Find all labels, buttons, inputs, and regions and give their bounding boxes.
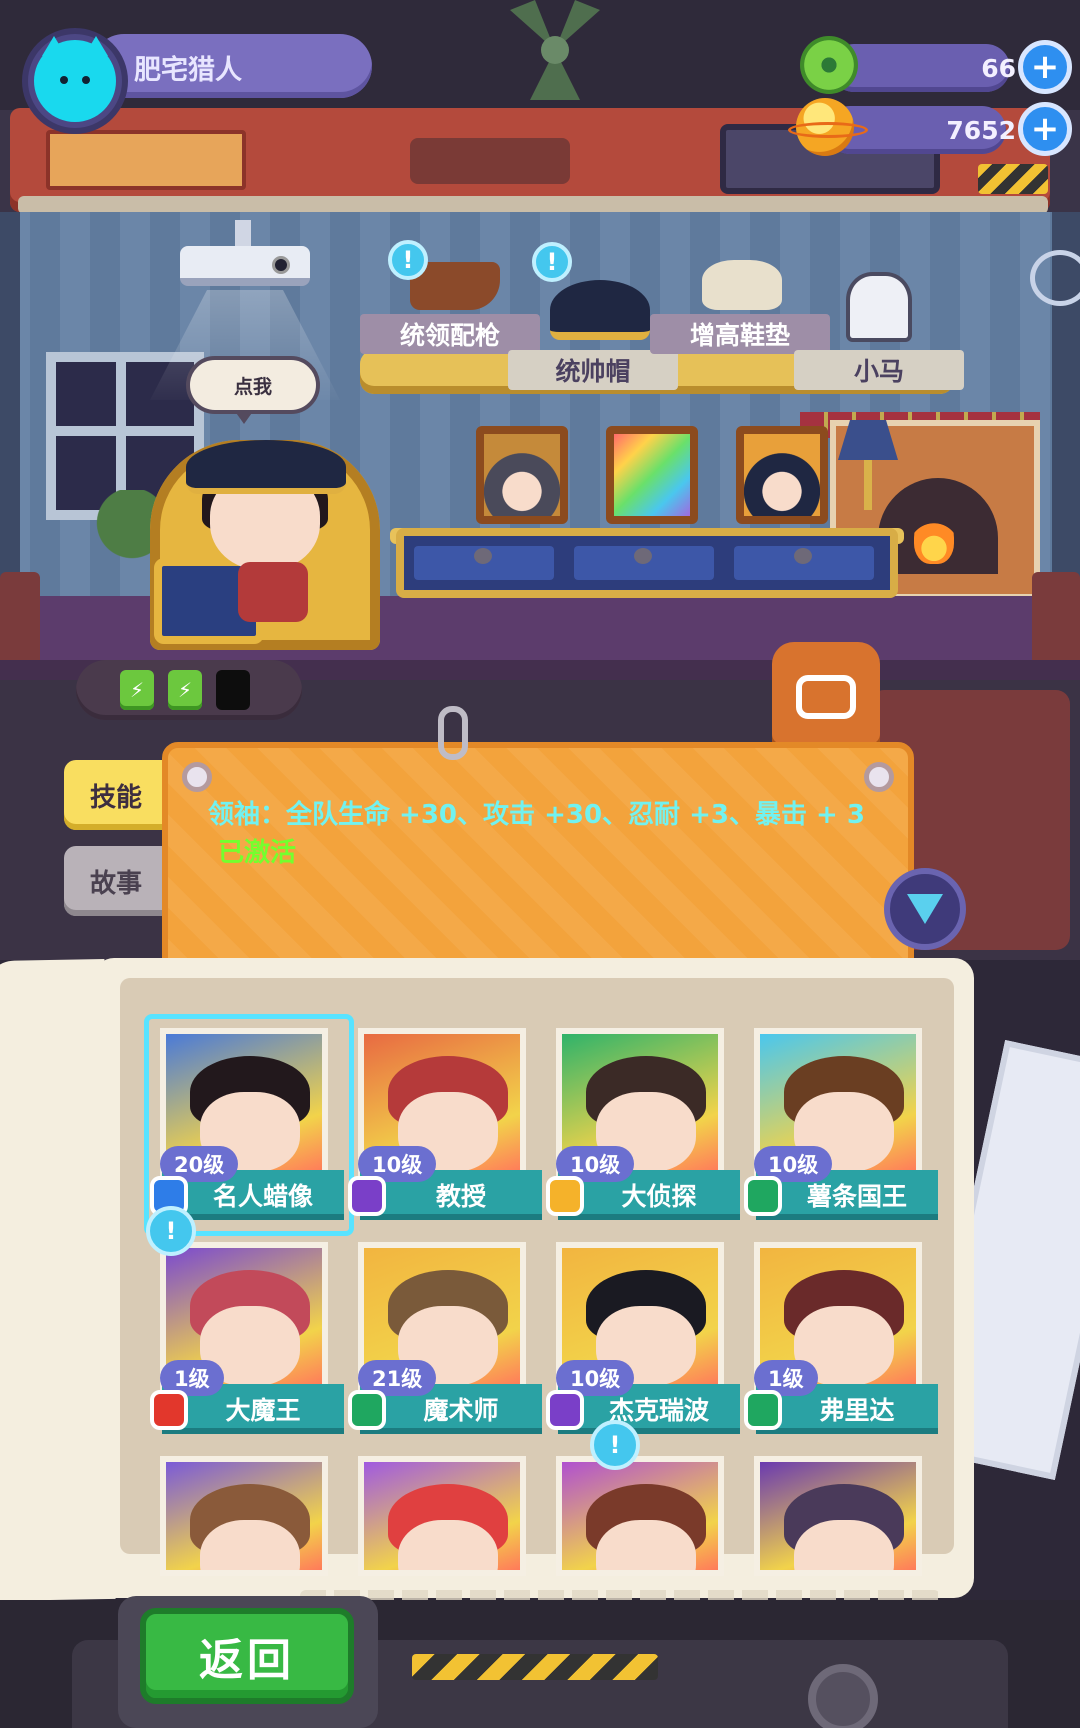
- pony-icon: [846, 272, 912, 342]
- skill-status: 已激活: [218, 838, 297, 868]
- energy-full-icon: ⚡: [120, 670, 154, 710]
- bolt-icon: [864, 762, 894, 792]
- item-label: 小马: [794, 350, 964, 390]
- lamp-icon: [838, 420, 898, 530]
- bicorne-hat-icon: [186, 440, 346, 494]
- character-card[interactable]: 薯条国王 10级: [744, 1020, 938, 1220]
- energy-empty-icon: [216, 670, 250, 710]
- dial-knob: [808, 1664, 878, 1728]
- character-card[interactable]: 教授 10级: [348, 1020, 542, 1220]
- dialogue-button[interactable]: [772, 642, 880, 752]
- paper-clip-icon: [438, 706, 468, 760]
- tap-me-bubble[interactable]: 点我: [186, 356, 320, 424]
- character-card[interactable]: 魔术师 21级: [348, 1234, 542, 1434]
- donut-icon: [800, 36, 858, 94]
- ceiling-fan-icon: [510, 0, 600, 100]
- character-portrait: [556, 1456, 724, 1576]
- tab-skill[interactable]: 技能: [64, 760, 164, 830]
- player-name: 肥宅猎人: [134, 55, 242, 86]
- hazard-stripe: [412, 1654, 658, 1680]
- insole-icon: [702, 260, 782, 310]
- player-badge[interactable]: 肥宅猎人: [22, 28, 372, 134]
- rank-shield-icon: [348, 1390, 386, 1430]
- chat-icon: [796, 675, 856, 719]
- skill-effect: 领袖：全队生命 +30、攻击 +30、忍耐 +3、暴击 + 3: [208, 800, 865, 830]
- display-cabinet: [396, 528, 898, 598]
- gold-planet-icon: [788, 98, 868, 156]
- character-portrait: [754, 1456, 922, 1576]
- shelf-vent: [410, 138, 570, 184]
- bolt-icon: [182, 762, 212, 792]
- selected-character[interactable]: [150, 440, 400, 660]
- donut-amount: 66: [981, 54, 1016, 83]
- item-pony[interactable]: 小马: [794, 272, 964, 392]
- bicorne-hat-icon: [550, 280, 650, 340]
- alert-icon: !: [388, 240, 428, 280]
- portrait-frame[interactable]: [476, 426, 568, 524]
- hazard-stripe: [978, 164, 1048, 194]
- character-card[interactable]: 名人蜡像 20级: [144, 1014, 354, 1236]
- projector-icon: [180, 220, 310, 290]
- character-card[interactable]: 大侦探 10级: [546, 1020, 740, 1220]
- skill-panel: 领袖：全队生命 +30、攻击 +30、忍耐 +3、暴击 + 3 已激活: [162, 742, 914, 976]
- character-card[interactable]: 大魔王 1级: [150, 1234, 344, 1434]
- portrait-frame[interactable]: [606, 426, 698, 524]
- energy-bar: ⚡ ⚡: [76, 660, 302, 720]
- filter-button[interactable]: [884, 868, 966, 950]
- alert-icon: !: [146, 1206, 196, 1256]
- add-gold-button[interactable]: +: [1018, 102, 1072, 156]
- rank-shield-icon: [348, 1176, 386, 1216]
- skill-description: 领袖：全队生命 +30、攻击 +30、忍耐 +3、暴击 + 3 已激活: [208, 796, 878, 872]
- character-card[interactable]: 弗里达 1级: [744, 1234, 938, 1434]
- character-portrait: [160, 1456, 328, 1576]
- filter-icon: [907, 894, 943, 924]
- back-button[interactable]: 返回: [140, 1608, 354, 1704]
- donut-currency: 66 +: [800, 36, 1072, 94]
- fire-icon: [914, 512, 954, 564]
- alert-icon: !: [590, 1420, 640, 1470]
- add-donut-button[interactable]: +: [1018, 40, 1072, 94]
- rank-shield-icon: [150, 1390, 188, 1430]
- character-card[interactable]: 杰克瑞波 10级: [546, 1234, 740, 1434]
- cat-avatar-icon: [34, 36, 116, 122]
- alert-icon: !: [532, 242, 572, 282]
- shelf-panel: [46, 130, 246, 190]
- rank-shield-icon: [546, 1390, 584, 1430]
- player-avatar[interactable]: [22, 28, 128, 134]
- character-portrait: [358, 1456, 526, 1576]
- rank-shield-icon: [744, 1390, 782, 1430]
- gold-currency: 7652 +: [788, 98, 1072, 156]
- tab-story[interactable]: 故事: [64, 846, 164, 916]
- rank-shield-icon: [744, 1176, 782, 1216]
- portrait-frame[interactable]: [736, 426, 828, 524]
- desk-left: [0, 572, 40, 672]
- gold-amount: 7652: [946, 116, 1016, 145]
- energy-full-icon: ⚡: [168, 670, 202, 710]
- rank-shield-icon: [546, 1176, 584, 1216]
